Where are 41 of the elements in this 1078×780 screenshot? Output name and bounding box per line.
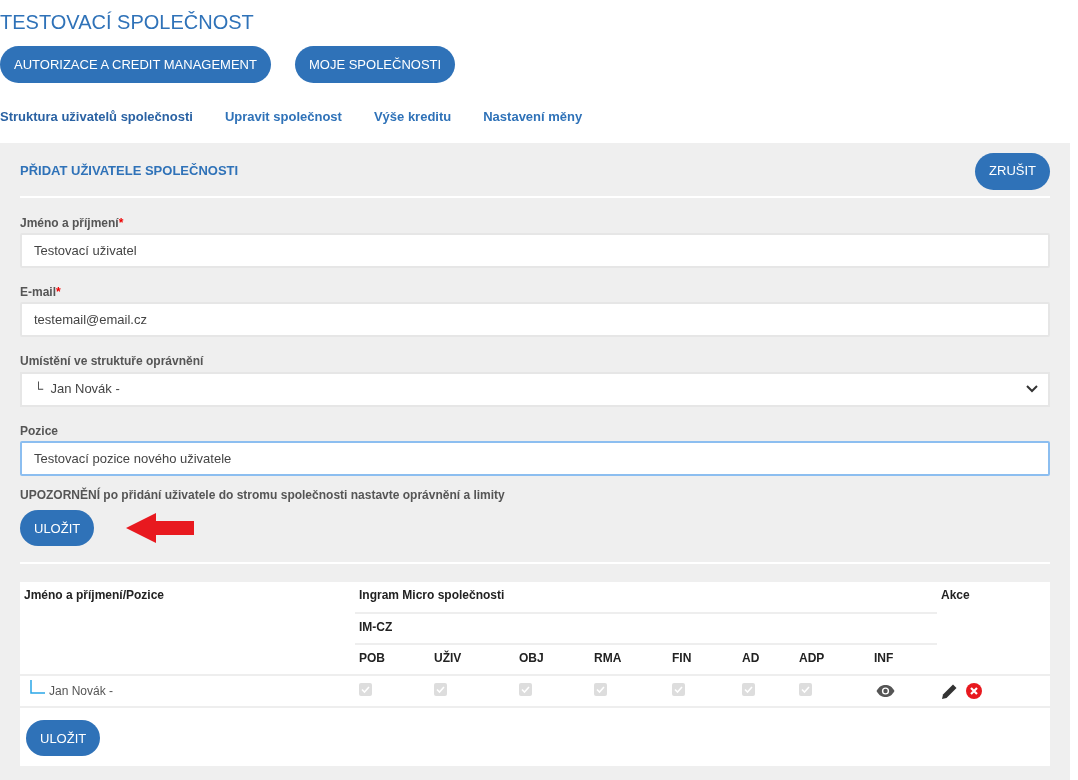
field-label: E-mail [20,284,56,299]
tab[interactable]: Struktura uživatelů společnosti [0,107,209,127]
nav-button[interactable]: MOJE SPOLEČNOSTI [294,46,456,83]
column-header: OBJ [515,644,590,676]
pencil-icon[interactable] [941,682,958,700]
cancel-button[interactable]: ZRUŠIT [975,152,1050,190]
chevron-down-icon [1026,385,1038,394]
delete-icon[interactable] [966,683,982,700]
column-header: UŽIV [430,644,515,676]
eye-icon[interactable] [876,685,895,698]
page-title: TESTOVACÍ SPOLEČNOST [0,10,255,34]
form-title: PŘIDAT UŽIVATELE SPOLEČNOSTI [20,162,239,181]
column-header: Ingram Micro společnosti [355,582,937,614]
column-header: INF [870,644,937,676]
save-button[interactable]: ULOŽIT [26,720,101,757]
pointer-arrow [126,513,195,544]
tree-connector [30,680,46,695]
nav-button[interactable]: AUTORIZACE A CREDIT MANAGEMENT [0,46,271,83]
column-header: POB [355,644,430,676]
save-button[interactable]: ULOŽIT [20,510,95,547]
column-header: Jméno a příjmení/Pozice [20,582,355,676]
field-label: Umístění ve struktuře oprávnění [20,354,204,369]
field-label: Jméno a příjmení [20,215,119,230]
column-header: RMA [590,644,668,676]
column-header: Akce [937,582,1050,676]
column-header: FIN [668,644,738,676]
warning-text: UPOZORNĚNÍ po přidání uživatele do stromu společnosti nastavte oprávnění a limity [20,488,506,503]
required-mark: * [118,215,124,230]
select-field[interactable]: └ Jan Novák - [20,371,1050,407]
input-field[interactable]: testemail@email.cz [20,302,1050,338]
tab[interactable]: Upravit společnost [208,107,358,127]
field-label: Pozice [20,423,58,438]
input-field[interactable]: Testovací pozice nového uživatele [20,441,1050,477]
column-header: ADP [795,644,870,676]
user-name: Jan Novák - [49,684,114,699]
column-header: AD [738,644,795,676]
required-mark: * [56,284,61,299]
input-field[interactable]: Testovací uživatel [20,232,1050,268]
column-header: IM-CZ [355,613,937,645]
tab[interactable]: Nastavení měny [467,107,599,127]
tab[interactable]: Výše kreditu [357,107,468,127]
